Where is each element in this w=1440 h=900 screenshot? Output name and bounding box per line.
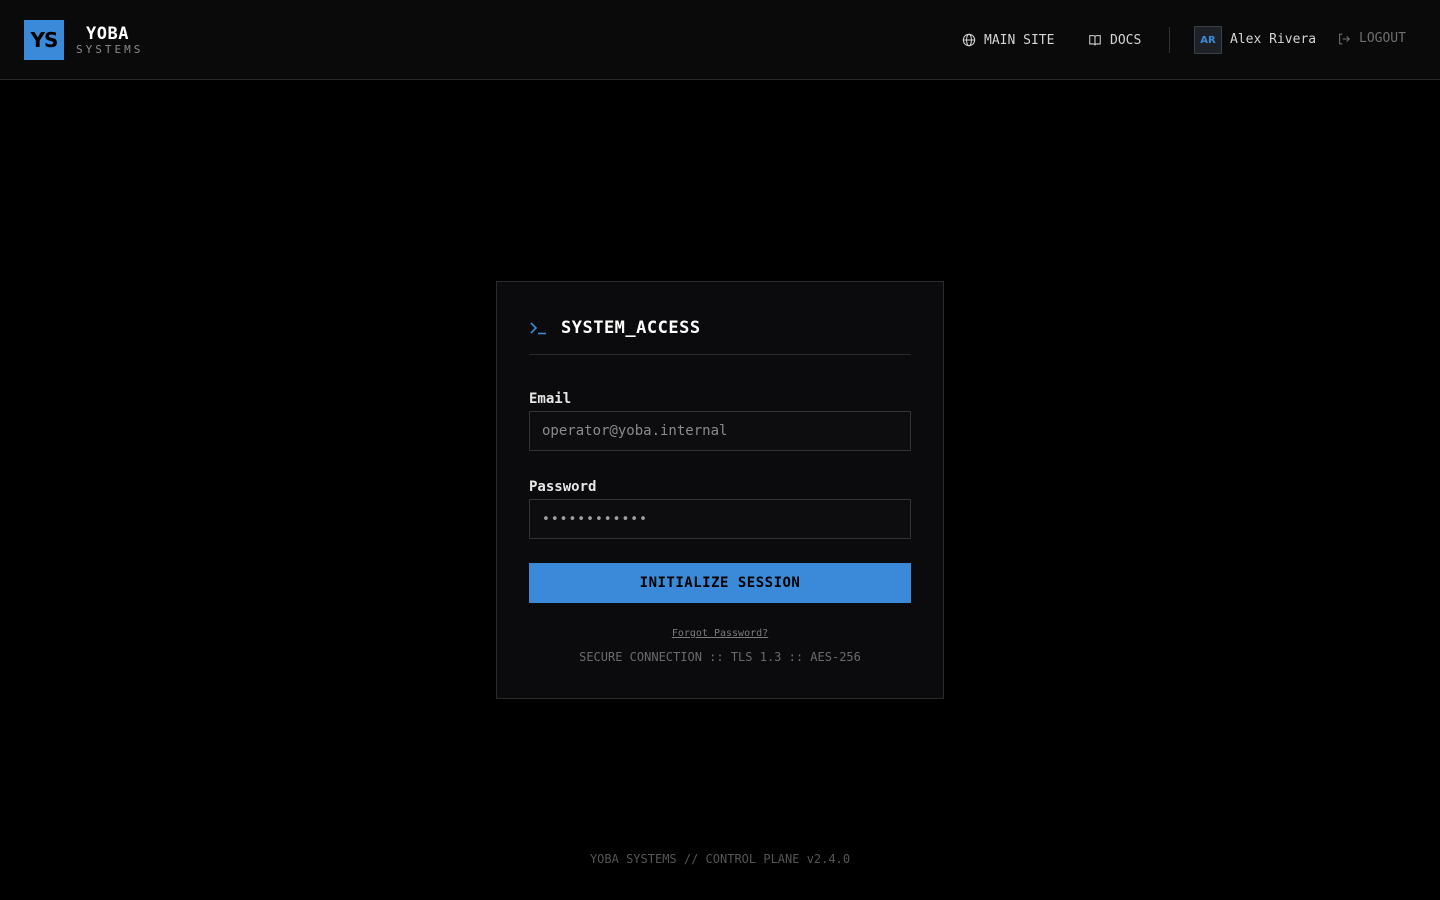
avatar[interactable]: AR xyxy=(1194,26,1222,54)
nav-main-site-link[interactable]: MAIN SITE xyxy=(962,31,1054,49)
email-field[interactable] xyxy=(529,411,911,451)
login-card: SYSTEM_ACCESS Email Password INITIALIZE … xyxy=(496,281,944,699)
user-name[interactable]: Alex Rivera xyxy=(1230,32,1316,47)
globe-icon xyxy=(962,33,976,47)
password-field[interactable] xyxy=(529,499,911,539)
card-header: SYSTEM_ACCESS xyxy=(529,318,701,338)
nav-docs-label: DOCS xyxy=(1110,32,1142,48)
terminal-icon xyxy=(530,322,546,335)
nav-main-site-label: MAIN SITE xyxy=(984,32,1055,48)
security-note: SECURE CONNECTION :: TLS 1.3 :: AES-256 xyxy=(579,650,861,664)
logout-icon xyxy=(1339,33,1350,44)
brand-name: YOBA xyxy=(86,24,129,44)
page-title: SYSTEM_ACCESS xyxy=(561,318,701,338)
email-label: Email xyxy=(529,391,572,407)
title-divider xyxy=(529,354,911,355)
page-footer: YOBA SYSTEMS // CONTROL PLANE v2.4.0 xyxy=(589,852,851,866)
logout-button[interactable]: LOGOUT xyxy=(1337,31,1406,46)
password-label: Password xyxy=(529,479,597,495)
initialize-session-button[interactable]: INITIALIZE SESSION xyxy=(529,563,911,603)
logout-label: LOGOUT xyxy=(1359,31,1406,46)
brand-subtitle: SYSTEMS xyxy=(76,43,144,56)
top-header: YS YOBA SYSTEMS MAIN SITE DOCS AR Alex R… xyxy=(0,0,1440,80)
nav-docs-link[interactable]: DOCS xyxy=(1088,31,1141,49)
forgot-password-link[interactable]: Forgot Password? xyxy=(497,628,943,639)
nav-divider xyxy=(1169,27,1170,53)
logo-mark[interactable]: YS xyxy=(24,20,64,60)
book-icon xyxy=(1089,35,1101,46)
